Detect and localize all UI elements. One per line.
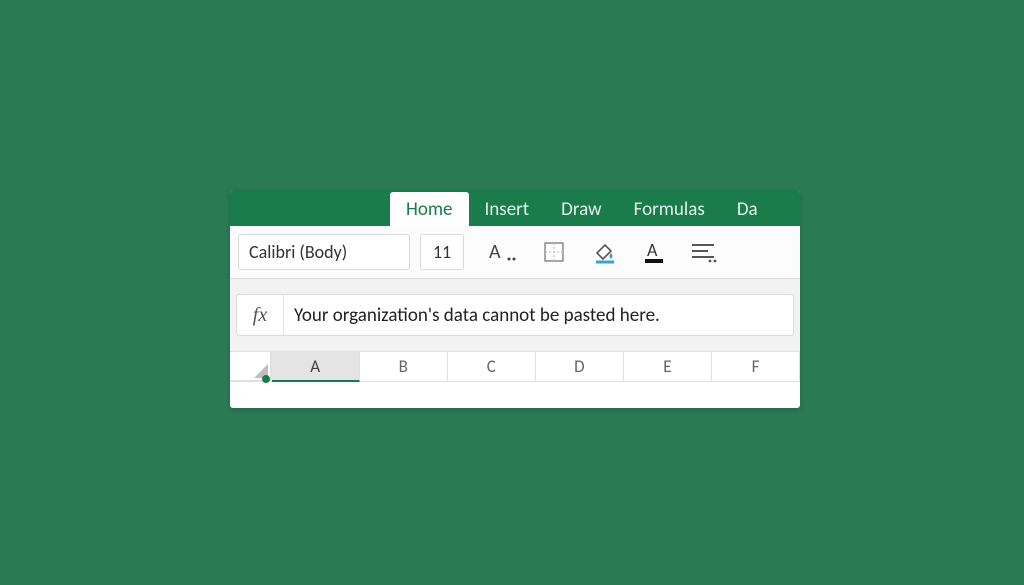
formula-bar-text[interactable]: Your organization's data cannot be paste… (284, 304, 793, 327)
formula-bar[interactable]: fx Your organization's data cannot be pa… (236, 294, 794, 336)
more-formats-icon: A (489, 240, 519, 264)
tab-data-truncated[interactable]: Da (721, 192, 774, 226)
svg-text:A: A (489, 240, 501, 264)
fx-label: fx (237, 295, 284, 335)
active-cell-indicator (262, 375, 270, 383)
excel-window: Home Insert Draw Formulas Da Calibri (Bo… (230, 190, 800, 408)
font-color-icon: A (641, 239, 667, 265)
column-header-row: A B C D E F (230, 352, 800, 382)
formula-bar-row: fx Your organization's data cannot be pa… (230, 279, 800, 352)
alignment-button[interactable] (684, 234, 724, 270)
ribbon-tab-strip: Home Insert Draw Formulas Da (230, 190, 800, 226)
font-name-selector[interactable]: Calibri (Body) (238, 234, 410, 270)
borders-button[interactable] (534, 234, 574, 270)
borders-icon (542, 240, 566, 264)
column-header-D[interactable]: D (536, 352, 624, 382)
fill-bucket-icon (591, 239, 617, 265)
svg-text:A: A (647, 239, 658, 261)
column-header-E[interactable]: E (624, 352, 712, 382)
format-toolbar: Calibri (Body) 11 A (230, 226, 800, 279)
column-header-A[interactable]: A (272, 352, 360, 382)
tab-insert[interactable]: Insert (469, 192, 546, 226)
font-color-button[interactable]: A (634, 234, 674, 270)
tab-draw[interactable]: Draw (545, 192, 617, 226)
column-header-C[interactable]: C (448, 352, 536, 382)
fill-color-button[interactable] (584, 234, 624, 270)
tab-home[interactable]: Home (390, 192, 469, 226)
more-font-formats-button[interactable]: A (484, 234, 524, 270)
select-all-triangle[interactable] (230, 352, 272, 382)
align-lines-icon (690, 241, 718, 263)
tab-formulas[interactable]: Formulas (618, 192, 721, 226)
column-header-F[interactable]: F (712, 352, 800, 382)
column-header-B[interactable]: B (360, 352, 448, 382)
font-size-selector[interactable]: 11 (420, 234, 464, 270)
